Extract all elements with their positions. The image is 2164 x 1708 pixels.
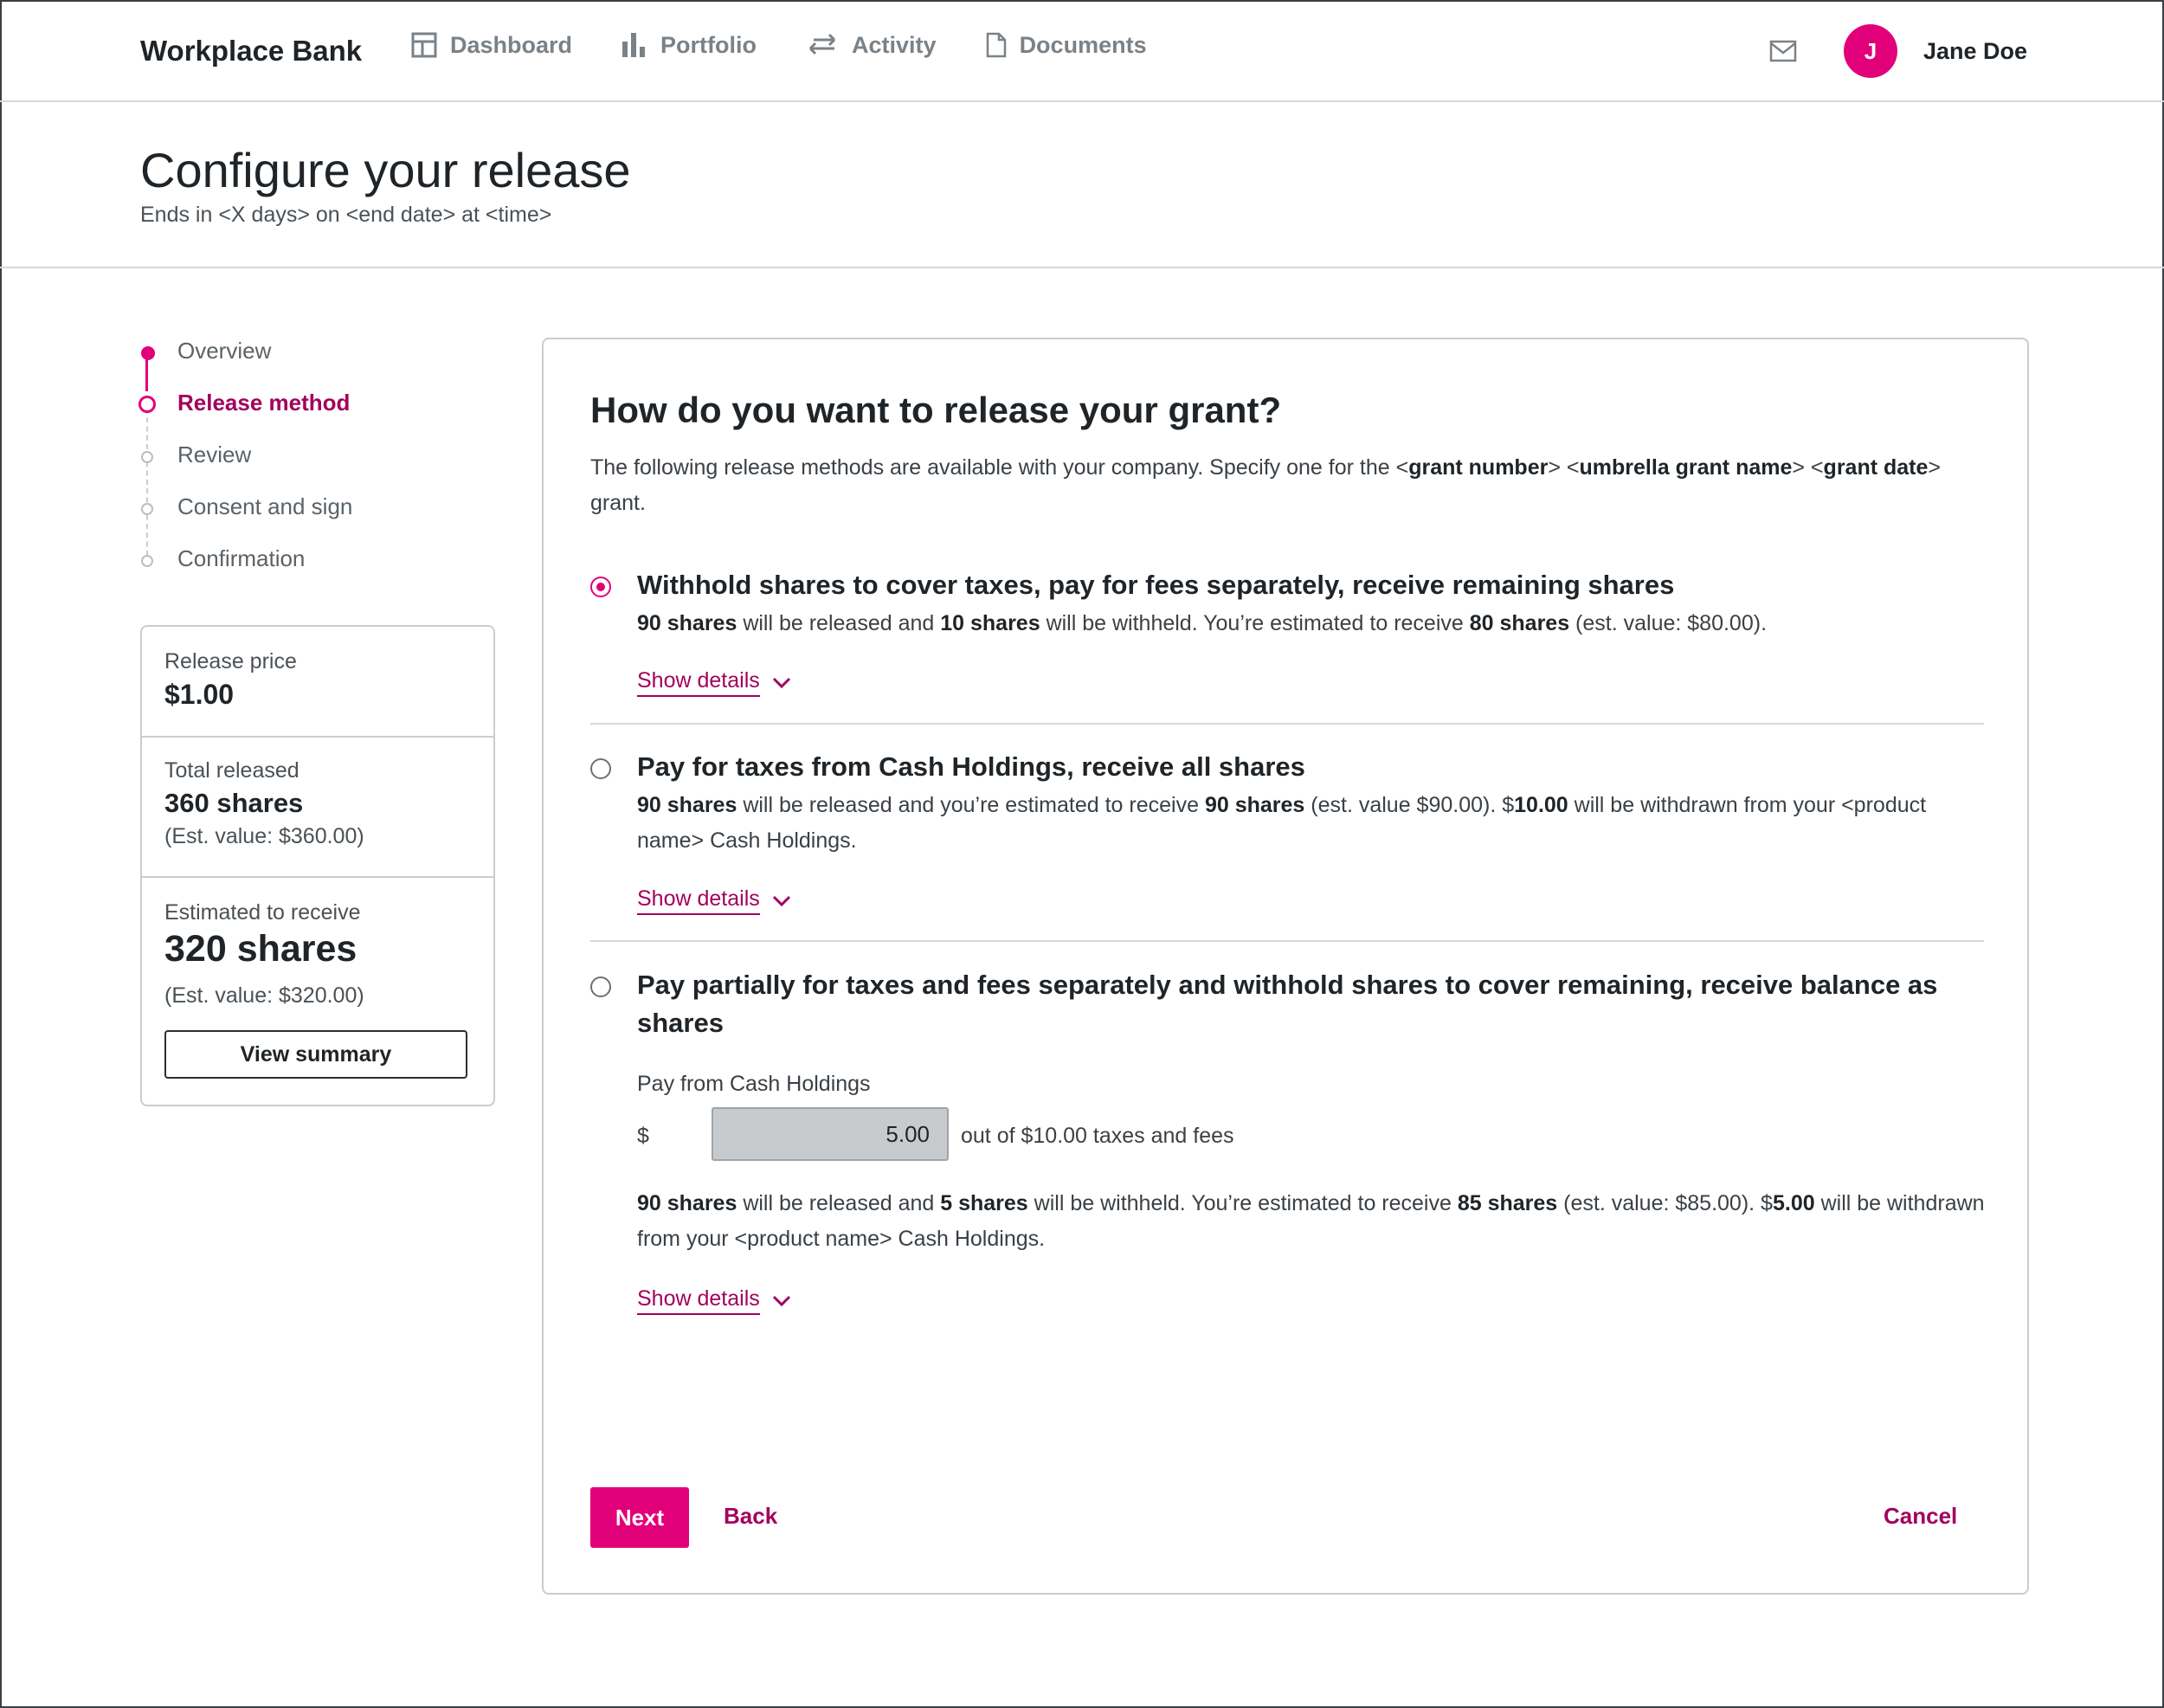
step-review: Review <box>177 442 252 467</box>
option-description: 90 shares will be released and 10 shares… <box>637 611 1768 635</box>
top-navigation-bar: Workplace Bank Dashboard Portfolio Activ… <box>0 0 2164 102</box>
user-name[interactable]: Jane Doe <box>1923 38 2027 65</box>
radio-partial[interactable] <box>590 976 611 997</box>
stepper-line-upcoming <box>146 409 148 564</box>
swap-arrows-icon <box>808 33 836 55</box>
view-summary-button[interactable]: View summary <box>164 1030 467 1079</box>
next-button[interactable]: Next <box>590 1487 689 1548</box>
option-divider <box>590 940 1984 942</box>
nav-dashboard-label: Dashboard <box>450 31 573 58</box>
option-description: 90 shares will be released and you’re es… <box>637 793 1927 853</box>
show-details-label: Show details <box>637 668 760 697</box>
brand-logo[interactable]: Workplace Bank <box>140 35 362 68</box>
total-released-label: Total released <box>164 758 299 783</box>
release-summary-card: Release price $1.00 Total released 360 s… <box>140 625 495 1106</box>
dashboard-icon <box>411 32 437 58</box>
radio-cash-holdings[interactable] <box>590 758 611 779</box>
avatar[interactable]: J <box>1844 24 1897 78</box>
option-divider <box>590 723 1984 725</box>
step-dot-confirmation <box>141 555 153 567</box>
total-released-section: Total released 360 shares (Est. value: $… <box>142 738 493 878</box>
step-consent-and-sign: Consent and sign <box>177 493 353 519</box>
estimated-receive-label: Estimated to receive <box>164 900 361 925</box>
option-title[interactable]: Pay for taxes from Cash Holdings, receiv… <box>637 748 1987 786</box>
main-nav: Dashboard Portfolio Activity Documents <box>410 31 1195 59</box>
step-dot-overview <box>141 346 155 360</box>
step-dot-consent <box>141 503 153 515</box>
nav-documents[interactable]: Documents <box>985 32 1147 59</box>
nav-activity[interactable]: Activity <box>805 31 937 59</box>
back-button[interactable]: Back <box>724 1503 777 1530</box>
card-description: The following release methods are availa… <box>590 455 1942 515</box>
chevron-down-icon <box>772 1295 790 1306</box>
card-heading: How do you want to release your grant? <box>590 390 1282 430</box>
out-of-total-text: out of $10.00 taxes and fees <box>961 1124 1234 1148</box>
currency-symbol: $ <box>637 1124 649 1148</box>
grant-date: grant date <box>1823 455 1929 480</box>
nav-portfolio[interactable]: Portfolio <box>621 31 757 59</box>
step-dot-review <box>141 451 153 463</box>
show-details-link[interactable]: Show details <box>637 886 791 915</box>
mail-icon[interactable] <box>1769 40 1797 62</box>
total-released-value: 360 shares <box>164 788 304 818</box>
document-icon <box>986 32 1006 58</box>
release-price-section: Release price $1.00 <box>142 627 493 738</box>
nav-dashboard[interactable]: Dashboard <box>410 31 572 59</box>
option-description: 90 shares will be released and 5 shares … <box>637 1191 1985 1251</box>
step-overview[interactable]: Overview <box>177 338 271 364</box>
umbrella-grant-name: umbrella grant name <box>1579 455 1793 480</box>
nav-documents-label: Documents <box>1019 31 1147 58</box>
estimated-receive-est: (Est. value: $320.00) <box>164 983 364 1008</box>
nav-activity-label: Activity <box>852 31 937 58</box>
release-price-label: Release price <box>164 649 297 674</box>
chevron-down-icon <box>772 677 790 688</box>
estimated-receive-value: 320 shares <box>164 928 357 970</box>
release-price-value: $1.00 <box>164 679 235 710</box>
pay-from-cash-label: Pay from Cash Holdings <box>637 1072 871 1096</box>
show-details-label: Show details <box>637 886 760 915</box>
grant-number: grant number <box>1408 455 1549 480</box>
radio-withhold[interactable] <box>590 577 611 597</box>
cancel-button[interactable]: Cancel <box>1884 1503 1957 1530</box>
total-released-est: (Est. value: $360.00) <box>164 824 364 848</box>
show-details-link[interactable]: Show details <box>637 1286 791 1315</box>
option-title[interactable]: Withhold shares to cover taxes, pay for … <box>637 566 1987 604</box>
option-title[interactable]: Pay partially for taxes and fees separat… <box>637 966 1987 1042</box>
cash-amount-input[interactable]: 5.00 <box>712 1107 949 1161</box>
show-details-link[interactable]: Show details <box>637 668 791 697</box>
stepper-line-done <box>145 357 148 391</box>
bar-chart-icon <box>622 33 646 57</box>
step-release-method[interactable]: Release method <box>177 390 350 416</box>
show-details-label: Show details <box>637 1286 760 1315</box>
step-confirmation: Confirmation <box>177 545 306 571</box>
page-title: Configure your release <box>140 143 631 197</box>
step-dot-release-method <box>138 396 156 413</box>
page-subtitle: Ends in <X days> on <end date> at <time> <box>140 203 552 227</box>
release-method-card: How do you want to release your grant? T… <box>542 338 2029 1595</box>
chevron-down-icon <box>772 895 790 906</box>
page-header: Configure your release Ends in <X days> … <box>0 102 2164 268</box>
nav-portfolio-label: Portfolio <box>660 31 757 58</box>
